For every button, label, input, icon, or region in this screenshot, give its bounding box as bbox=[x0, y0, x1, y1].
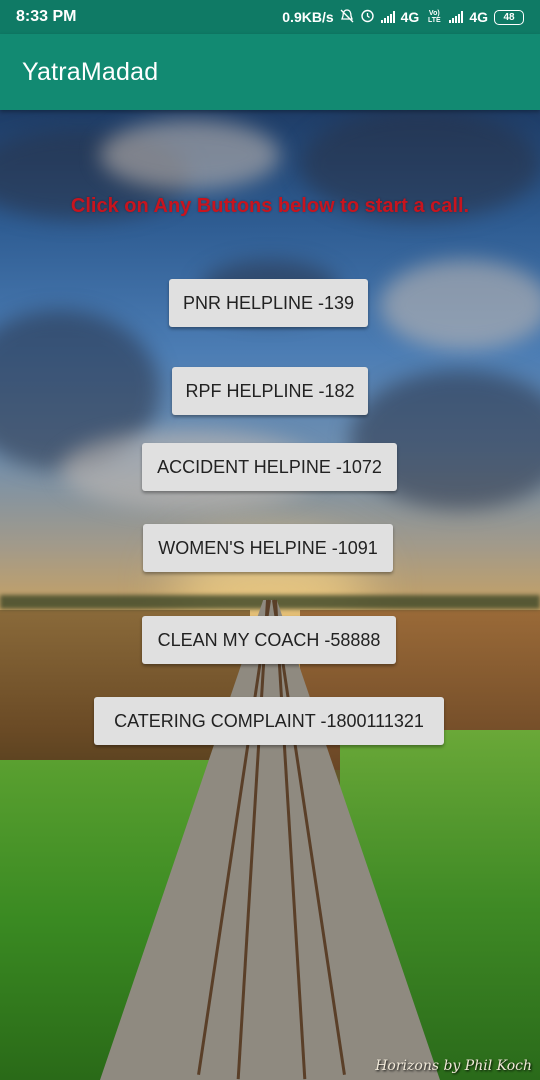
volte-label: Vo) LTE bbox=[427, 10, 441, 24]
app-bar: YatraMadad bbox=[0, 34, 540, 110]
accident-helpline-button[interactable]: ACCIDENT HELPINE -1072 bbox=[142, 443, 397, 491]
status-icons: 0.9KB/s 4G Vo) LTE 4G 48 bbox=[282, 8, 524, 26]
womens-helpline-button[interactable]: WOMEN'S HELPINE -1091 bbox=[143, 524, 393, 572]
status-bar: 8:33 PM 0.9KB/s 4G Vo) LTE 4G 48 bbox=[0, 0, 540, 34]
battery-level: 48 bbox=[503, 11, 515, 23]
network-speed: 0.9KB/s bbox=[282, 9, 334, 25]
alarm-icon bbox=[360, 8, 375, 26]
signal-icon bbox=[380, 11, 395, 23]
catering-complaint-button[interactable]: CATERING COMPLAINT -1800111321 bbox=[94, 697, 444, 745]
railway-background-image: Horizons by Phil Koch bbox=[0, 110, 540, 1080]
app-title: YatraMadad bbox=[22, 57, 159, 86]
network-type-2: 4G bbox=[469, 9, 488, 25]
image-credit: Horizons by Phil Koch bbox=[375, 1058, 532, 1074]
instruction-text: Click on Any Buttons below to start a ca… bbox=[70, 195, 470, 217]
clean-my-coach-button[interactable]: CLEAN MY COACH -58888 bbox=[142, 616, 396, 664]
mute-bell-icon bbox=[340, 8, 354, 26]
status-time: 8:33 PM bbox=[16, 8, 77, 25]
network-type-1: 4G bbox=[400, 9, 420, 25]
battery-icon: 48 bbox=[494, 9, 524, 25]
signal-icon bbox=[449, 11, 464, 23]
pnr-helpline-button[interactable]: PNR HELPLINE -139 bbox=[169, 279, 368, 327]
rpf-helpline-button[interactable]: RPF HELPLINE -182 bbox=[172, 367, 368, 415]
